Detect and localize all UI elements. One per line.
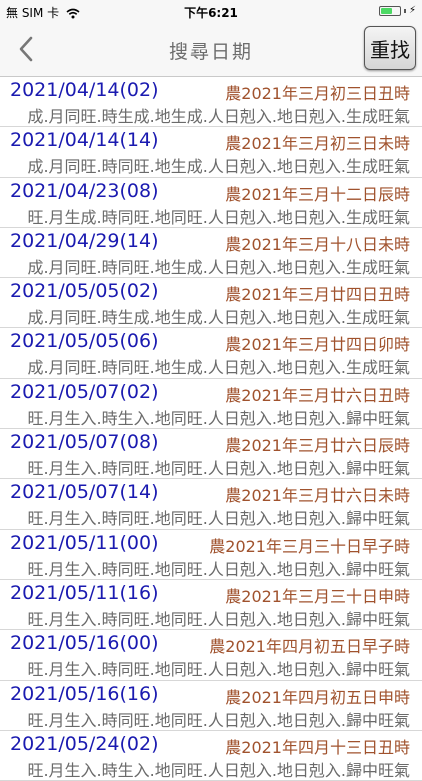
result-detail: 旺.月生入.時同旺.地同旺.人日剋入.地日剋入.歸中旺氣	[27, 559, 410, 579]
status-bar: 無 SIM 卡 下午6:21 ⚡	[0, 0, 422, 22]
result-date: 2021/04/23(08)	[10, 179, 159, 202]
refind-button[interactable]: 重找	[364, 26, 416, 70]
result-date: 2021/05/16(00)	[10, 632, 159, 655]
result-row[interactable]: 2021/05/16(16) 農2021年四月初五日申時旺.月生入.時同旺.地同旺…	[0, 681, 422, 731]
result-detail: 旺.月生入.時生入.地同旺.人日剋入.地日剋入.歸中旺氣	[27, 760, 410, 780]
result-lunar-date: 農2021年三月十二日辰時	[225, 184, 410, 204]
result-row[interactable]: 2021/04/14(14) 農2021年三月初三日未時成.月同旺.時同旺.地生成…	[0, 127, 422, 178]
result-lunar-date: 農2021年三月廿六日辰時	[225, 436, 410, 456]
result-lunar-date: 農2021年三月廿六日未時	[225, 486, 410, 506]
result-list: 2021/04/14(02) 農2021年三月初三日丑時成.月同旺.時生成.地生成…	[0, 77, 422, 781]
result-row[interactable]: 2021/05/11(00) 農2021年三月三十日早子時旺.月生入.時同旺.地同…	[0, 530, 422, 580]
result-row[interactable]: 2021/05/11(16) 農2021年三月三十日申時旺.月生入.時同旺.地同旺…	[0, 580, 422, 631]
result-detail: 旺.月生入.時同旺.地同旺.人日剋入.地日剋入.歸中旺氣	[27, 509, 410, 529]
result-date: 2021/05/11(16)	[10, 581, 159, 604]
result-detail: 成.月同旺.時生成.地生成.人日剋入.地日剋入.生成旺氣	[27, 107, 410, 126]
result-detail: 旺.月生入.時同旺.地同旺.人日剋入.地日剋入.歸中旺氣	[27, 660, 410, 680]
result-lunar-date: 農2021年三月三十日早子時	[209, 536, 410, 556]
result-lunar-date: 農2021年四月初五日申時	[225, 687, 410, 707]
result-detail: 成.月同旺.時生成.地生成.人日剋入.地日剋入.生成旺氣	[27, 308, 410, 328]
result-date: 2021/04/29(14)	[10, 229, 159, 252]
result-lunar-date: 農2021年三月廿四日卯時	[225, 335, 410, 355]
result-lunar-date: 農2021年三月初三日未時	[225, 134, 410, 154]
result-lunar-date: 農2021年四月十三日丑時	[225, 737, 410, 757]
result-detail: 旺.月生成.時同旺.地同旺.人日剋入.地日剋入.生成旺氣	[27, 207, 410, 227]
battery-fill	[380, 7, 392, 14]
result-detail: 成.月同旺.時同旺.地生成.人日剋入.地日剋入.生成旺氣	[27, 358, 410, 378]
result-row[interactable]: 2021/05/24(02) 農2021年四月十三日丑時旺.月生入.時生入.地同旺…	[0, 731, 422, 781]
result-date: 2021/05/16(16)	[10, 682, 159, 705]
result-date: 2021/05/11(00)	[10, 531, 159, 554]
result-date: 2021/05/07(14)	[10, 481, 159, 504]
result-date: 2021/05/05(02)	[10, 280, 159, 303]
battery-indicator: ⚡	[378, 5, 416, 16]
result-date: 2021/05/24(02)	[10, 732, 159, 755]
result-lunar-date: 農2021年三月三十日申時	[225, 586, 410, 606]
battery-cap	[403, 8, 406, 13]
result-detail: 旺.月生入.時同旺.地同旺.人日剋入.地日剋入.歸中旺氣	[27, 459, 410, 479]
result-detail: 旺.月生入.時同旺.地同旺.人日剋入.地日剋入.歸中旺氣	[27, 609, 410, 629]
result-date: 2021/05/07(08)	[10, 431, 159, 454]
result-lunar-date: 農2021年三月初三日丑時	[225, 84, 410, 103]
result-row[interactable]: 2021/05/07(08) 農2021年三月廿六日辰時旺.月生入.時同旺.地同旺…	[0, 429, 422, 480]
result-detail: 旺.月生入.時同旺.地同旺.人日剋入.地日剋入.歸中旺氣	[27, 710, 410, 730]
result-lunar-date: 農2021年三月廿六日丑時	[225, 385, 410, 405]
charging-bolt-icon: ⚡	[408, 5, 416, 16]
result-detail: 旺.月生入.時生入.地同旺.人日剋入.地日剋入.歸中旺氣	[27, 408, 410, 428]
result-row[interactable]: 2021/05/05(02) 農2021年三月廿四日丑時成.月同旺.時生成.地生成…	[0, 278, 422, 329]
result-date: 2021/04/14(02)	[10, 79, 159, 101]
result-detail: 成.月同旺.時同旺.地生成.人日剋入.地日剋入.生成旺氣	[27, 257, 410, 277]
result-row[interactable]: 2021/05/16(00) 農2021年四月初五日早子時旺.月生入.時同旺.地同…	[0, 630, 422, 681]
navigation-bar: 搜尋日期 重找	[0, 22, 422, 77]
result-lunar-date: 農2021年三月廿四日丑時	[225, 285, 410, 305]
result-lunar-date: 農2021年四月初五日早子時	[209, 637, 410, 657]
result-date: 2021/05/05(06)	[10, 330, 159, 353]
status-time: 下午6:21	[184, 6, 238, 20]
result-detail: 成.月同旺.時同旺.地生成.人日剋入.地日剋入.生成旺氣	[27, 157, 410, 177]
result-row[interactable]: 2021/04/29(14) 農2021年三月十八日未時成.月同旺.時同旺.地生成…	[0, 228, 422, 279]
battery-icon	[378, 5, 401, 16]
result-row[interactable]: 2021/04/23(08) 農2021年三月十二日辰時旺.月生成.時同旺.地同旺…	[0, 178, 422, 228]
page-title: 搜尋日期	[168, 41, 253, 63]
result-date: 2021/05/07(02)	[10, 380, 159, 403]
result-row[interactable]: 2021/05/05(06) 農2021年三月廿四日卯時成.月同旺.時同旺.地生成…	[0, 328, 422, 379]
result-lunar-date: 農2021年三月十八日未時	[225, 234, 410, 254]
result-row[interactable]: 2021/05/07(14) 農2021年三月廿六日未時旺.月生入.時同旺.地同旺…	[0, 479, 422, 530]
result-row[interactable]: 2021/05/07(02) 農2021年三月廿六日丑時旺.月生入.時生入.地同旺…	[0, 379, 422, 430]
result-date: 2021/04/14(14)	[10, 129, 159, 152]
result-row[interactable]: 2021/04/14(02) 農2021年三月初三日丑時成.月同旺.時生成.地生成…	[0, 77, 422, 128]
